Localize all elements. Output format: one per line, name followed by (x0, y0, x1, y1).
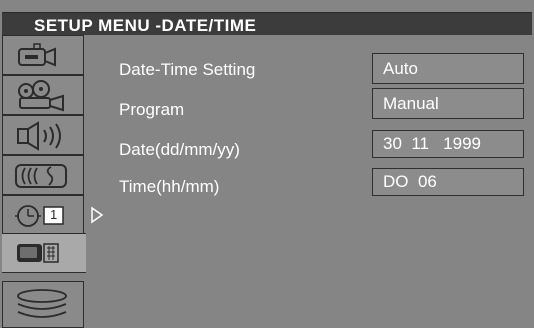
program-label: Program (119, 100, 185, 119)
sidebar-item-recording-setup[interactable] (2, 75, 84, 115)
date-time-setting-value: Auto (383, 59, 418, 78)
date-label: Date(dd/mm/yy) (119, 140, 240, 159)
setup-menu-screen: SETUP MENU -DATE/TIME 1 Date-Time Settin… (0, 0, 534, 328)
sidebar-item-display-setup[interactable] (2, 233, 86, 273)
program-value: Manual (383, 94, 439, 113)
disc-stack-icon (17, 289, 67, 318)
date-time-setting-field[interactable]: Auto (372, 53, 524, 84)
tv-remote-icon (17, 243, 59, 263)
time-label: Time(hh/mm) (119, 177, 220, 196)
page-title: SETUP MENU -DATE/TIME (34, 16, 257, 35)
selection-arrow-icon (91, 206, 104, 224)
title-bar: SETUP MENU -DATE/TIME (2, 12, 532, 35)
time-value: DO 06 (383, 172, 437, 191)
clock-badge: 1 (50, 207, 58, 222)
sidebar: 1 (2, 35, 86, 328)
time-field[interactable]: DO 06 (372, 168, 524, 196)
date-value: 30 11 1999 (383, 134, 481, 153)
date-field[interactable]: 30 11 1999 (372, 130, 524, 158)
program-field[interactable]: Manual (372, 88, 524, 119)
date-time-setting-label: Date-Time Setting (119, 60, 256, 79)
camcorder-icon (18, 43, 56, 67)
audio-wave-icon (15, 164, 67, 188)
sidebar-item-sound-setup[interactable] (2, 155, 84, 195)
sidebar-item-camera-setup[interactable] (2, 35, 84, 75)
sidebar-item-disc-setup[interactable] (2, 281, 84, 328)
clock-icon (15, 205, 64, 227)
sidebar-item-time-setup[interactable]: 1 (2, 195, 84, 235)
sidebar-item-audio-setup[interactable] (2, 115, 84, 155)
film-camera-icon (18, 80, 64, 112)
speaker-icon (17, 121, 61, 151)
